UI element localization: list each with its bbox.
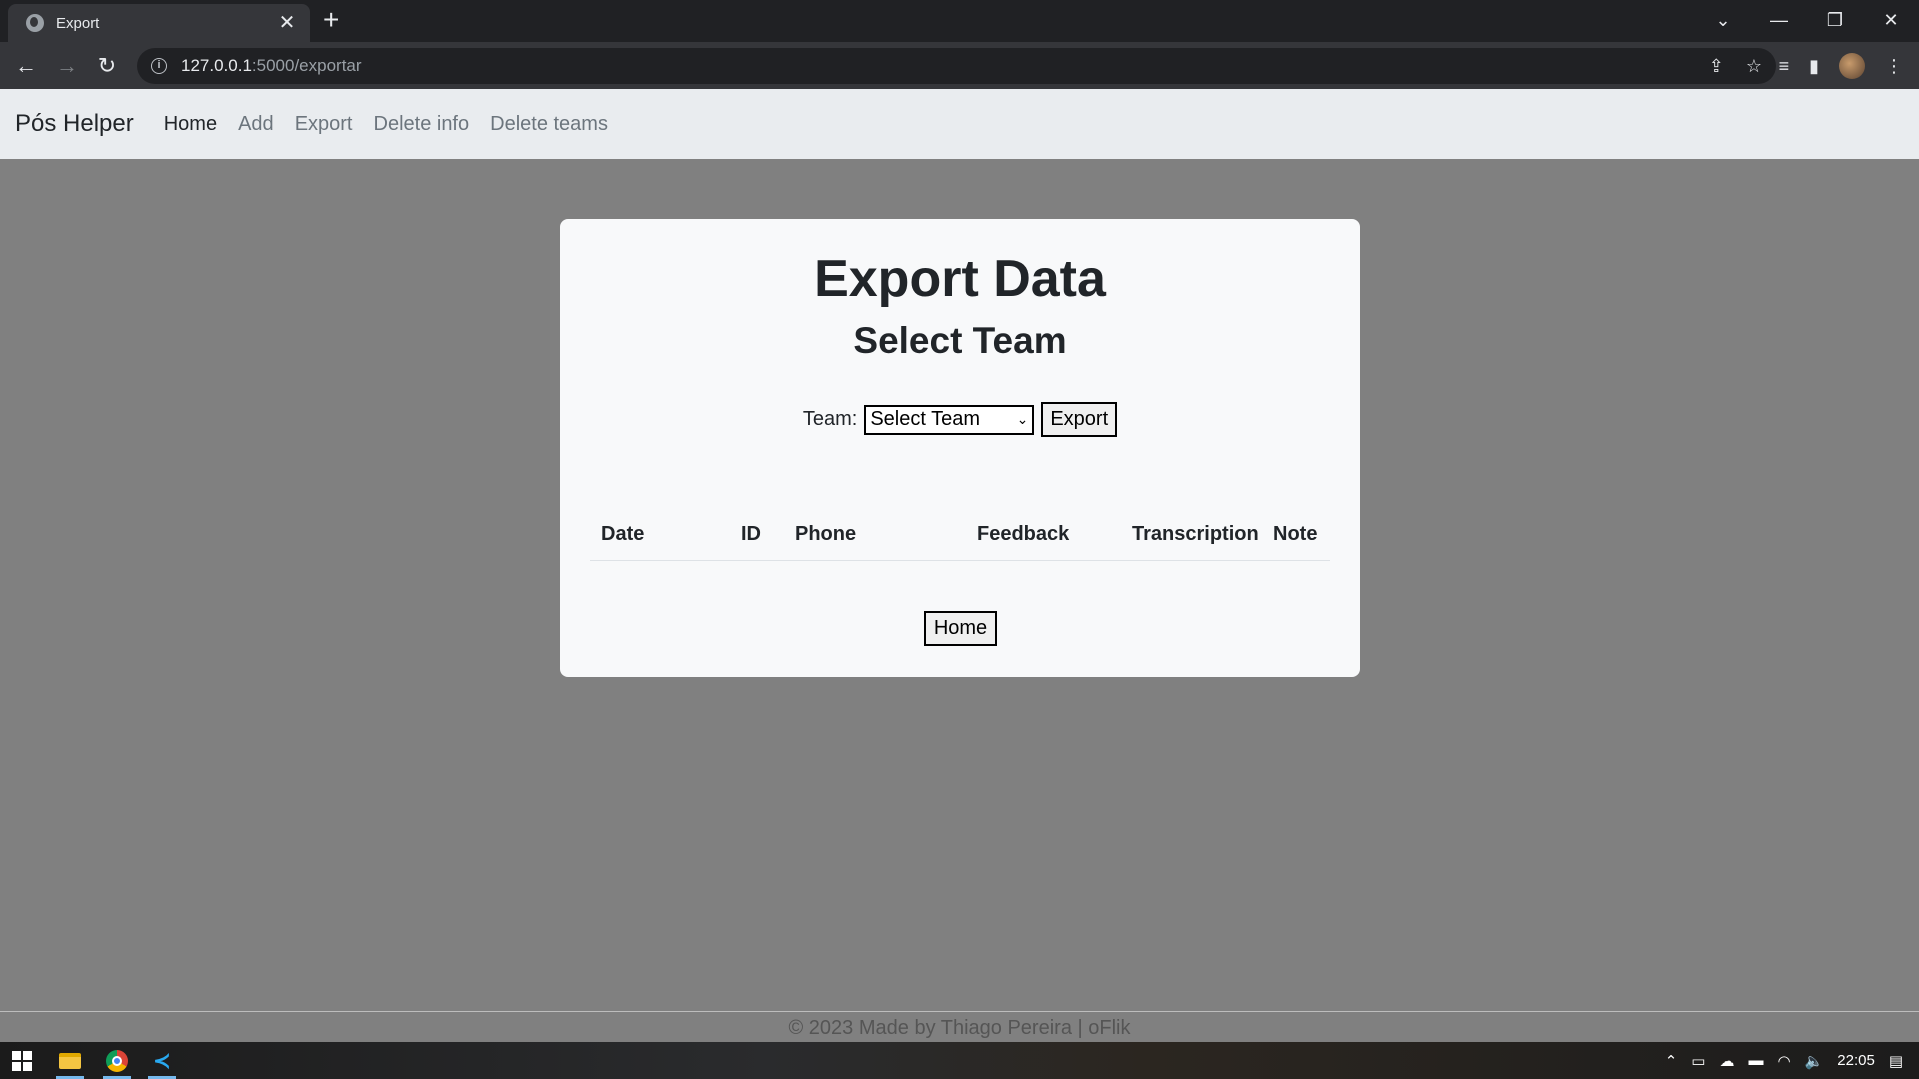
nav-link-export[interactable]: Export: [295, 113, 353, 136]
browser-toolbar: ← → ↻ i 127.0.0.1:5000/exportar ⇪ ☆ ≡ ▮ …: [0, 42, 1919, 89]
vscode-icon[interactable]: ≺: [140, 1042, 184, 1079]
close-tab-icon[interactable]: ✕: [276, 13, 298, 33]
site-navbar: Pós Helper Home Add Export Delete info D…: [0, 89, 1919, 159]
volume-icon[interactable]: 🔈: [1805, 1052, 1824, 1070]
column-header-transcription: Transcription: [1132, 523, 1259, 545]
notifications-icon[interactable]: ▤: [1889, 1052, 1903, 1070]
data-table-header: Date ID Phone Feedback Transcription Not…: [590, 509, 1330, 561]
system-tray: ⌃ ▭ ☁ ▬ ◠ 🔈 22:05 ▤: [1665, 1042, 1919, 1079]
start-button[interactable]: [0, 1042, 44, 1079]
navbar-brand[interactable]: Pós Helper: [15, 110, 134, 138]
meet-now-icon[interactable]: ▭: [1691, 1052, 1705, 1070]
chrome-icon[interactable]: [95, 1042, 139, 1079]
tab-title: Export: [56, 14, 100, 32]
file-explorer-icon[interactable]: [48, 1042, 92, 1079]
url-host: 127.0.0.1: [181, 56, 252, 75]
column-header-date: Date: [601, 523, 645, 545]
os-taskbar: ≺ ⌃ ▭ ☁ ▬ ◠ 🔈 22:05 ▤: [0, 1042, 1919, 1079]
media-queue-icon[interactable]: ≡: [1779, 56, 1790, 77]
column-header-feedback: Feedback: [977, 523, 1070, 545]
column-header-id: ID: [741, 523, 761, 545]
team-select-value: Select Team: [870, 408, 981, 430]
column-header-phone: Phone: [795, 523, 857, 545]
windows-logo-icon: [12, 1050, 32, 1071]
team-form: Team: Select Team ⌄ Export: [560, 402, 1360, 437]
side-panel-icon[interactable]: ▮: [1809, 56, 1819, 77]
page-footer: © 2023 Made by Thiago Pereira | oFlik: [0, 1011, 1919, 1042]
minimize-icon[interactable]: —: [1751, 10, 1807, 31]
nav-link-delete-info[interactable]: Delete info: [374, 113, 470, 136]
onedrive-cloud-icon[interactable]: ☁: [1719, 1052, 1734, 1070]
team-select[interactable]: Select Team ⌄: [864, 404, 1035, 435]
window-controls: ⌄ — ❐ ✕: [1695, 0, 1919, 40]
export-card: Export Data Select Team Team: Select Tea…: [560, 219, 1360, 677]
wifi-icon[interactable]: ◠: [1777, 1052, 1790, 1070]
battery-icon[interactable]: ▬: [1748, 1052, 1763, 1069]
page-title: Export Data: [814, 250, 1106, 308]
back-icon[interactable]: ←: [10, 50, 42, 82]
forward-icon[interactable]: →: [51, 50, 83, 82]
close-window-icon[interactable]: ✕: [1863, 10, 1919, 31]
profile-avatar[interactable]: [1839, 53, 1865, 79]
url-path: :5000/exportar: [251, 56, 362, 75]
menu-icon[interactable]: ⋮: [1885, 56, 1903, 77]
browser-tab[interactable]: Export ✕: [8, 4, 310, 42]
new-tab-icon[interactable]: +: [323, 6, 339, 34]
site-info-icon[interactable]: i: [151, 58, 167, 74]
bookmark-star-icon[interactable]: ☆: [1746, 56, 1762, 77]
nav-link-home[interactable]: Home: [164, 113, 217, 136]
browser-tab-strip: Export ✕ + ⌄ — ❐ ✕: [0, 0, 1919, 42]
clock[interactable]: 22:05: [1837, 1052, 1875, 1069]
team-label: Team:: [802, 408, 858, 430]
nav-link-delete-teams[interactable]: Delete teams: [490, 113, 608, 136]
globe-icon: [26, 14, 44, 32]
home-button[interactable]: Home: [924, 611, 997, 646]
page-subtitle: Select Team: [853, 320, 1067, 361]
chevron-down-icon: ⌄: [1016, 411, 1029, 427]
column-header-note: Note: [1273, 523, 1318, 545]
reload-icon[interactable]: ↻: [91, 50, 123, 82]
export-button[interactable]: Export: [1041, 402, 1118, 437]
tab-search-icon[interactable]: ⌄: [1695, 10, 1751, 31]
restore-icon[interactable]: ❐: [1807, 10, 1863, 31]
nav-link-add[interactable]: Add: [238, 113, 274, 136]
share-icon[interactable]: ⇪: [1709, 56, 1724, 77]
show-hidden-icons-icon[interactable]: ⌃: [1665, 1052, 1678, 1070]
address-bar[interactable]: i 127.0.0.1:5000/exportar ⇪ ☆: [137, 48, 1776, 84]
